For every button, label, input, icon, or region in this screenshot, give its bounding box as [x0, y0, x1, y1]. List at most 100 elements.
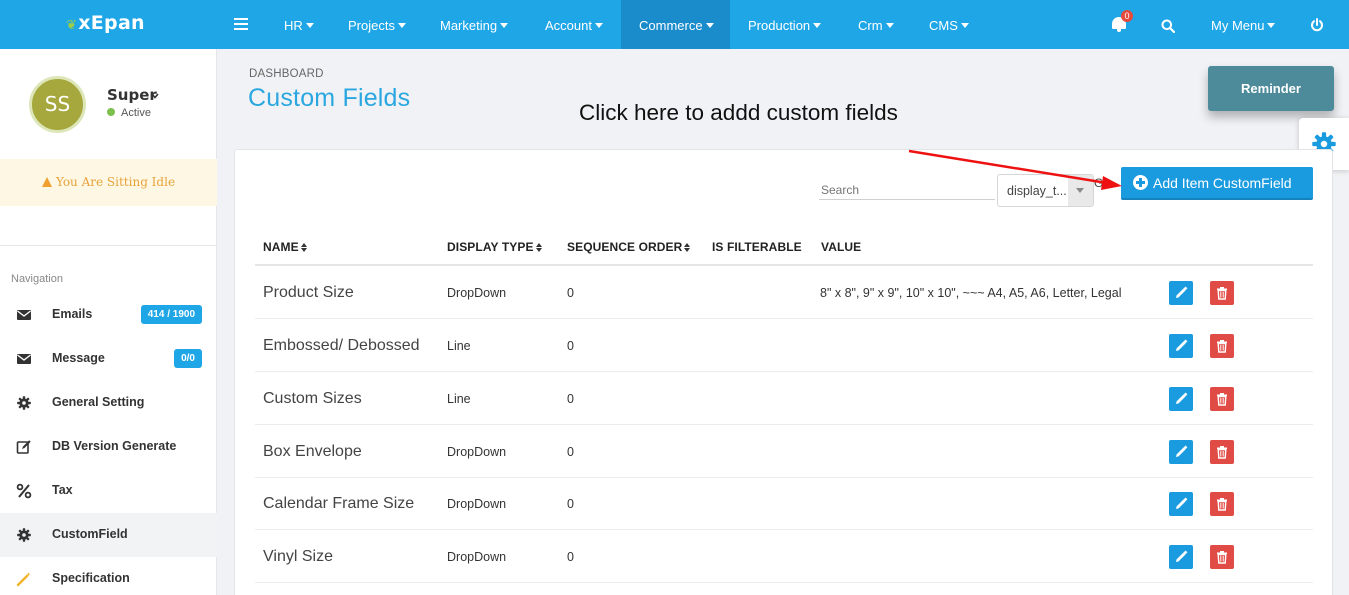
power-icon[interactable]: [1310, 18, 1324, 32]
notification-count-badge: 0: [1121, 10, 1133, 22]
table-row: Calendar Frame Size DropDown 0: [255, 477, 1313, 530]
caret-down-icon: [813, 23, 822, 28]
nav-projects-label: Projects: [348, 18, 395, 33]
caret-down-icon: [885, 23, 894, 28]
nav-commerce-label: Commerce: [639, 18, 703, 33]
caret-down-icon: [960, 23, 969, 28]
cell-sequence-order: 0: [567, 550, 574, 564]
message-count-badge: 0/0: [174, 349, 202, 368]
nav-cms[interactable]: CMS: [929, 0, 969, 49]
nav-cms-label: CMS: [929, 18, 958, 33]
hamburger-menu-icon[interactable]: [234, 18, 248, 30]
page-title: Custom Fields: [248, 84, 411, 112]
column-header-display-type[interactable]: DISPLAY TYPE: [447, 240, 542, 254]
user-status: Active: [107, 107, 151, 119]
filter-select[interactable]: display_t...: [997, 174, 1094, 207]
add-item-customfield-button[interactable]: Add Item CustomField: [1121, 167, 1313, 200]
filter-select-value: display_t...: [1007, 184, 1067, 198]
gear-icon: [17, 528, 31, 542]
nav-projects[interactable]: Projects: [348, 0, 406, 49]
table-row: Product Size DropDown 0 8" x 8", 9" x 9"…: [255, 266, 1313, 319]
column-header-sequence-order[interactable]: SEQUENCE ORDER: [567, 240, 691, 254]
delete-button[interactable]: [1210, 492, 1234, 516]
sidebar-item-label: Specification: [52, 571, 130, 585]
breadcrumb[interactable]: DASHBOARD: [249, 68, 324, 80]
emails-count-badge: 414 / 1900: [140, 305, 202, 324]
cell-sequence-order: 0: [567, 445, 574, 459]
search-input[interactable]: [819, 180, 995, 200]
sidebar-item-label: DB Version Generate: [52, 439, 177, 453]
nav-account[interactable]: Account: [545, 0, 603, 49]
avatar[interactable]: SS: [29, 76, 86, 133]
nav-marketing[interactable]: Marketing: [440, 0, 509, 49]
chevron-down-icon[interactable]: [151, 92, 159, 100]
my-menu-dropdown[interactable]: My Menu: [1211, 0, 1276, 49]
nav-commerce[interactable]: Commerce: [621, 0, 730, 49]
nav-crm[interactable]: Crm: [858, 0, 894, 49]
envelope-icon: [17, 310, 31, 320]
search-icon[interactable]: [1161, 19, 1175, 33]
caret-down-icon: [397, 23, 406, 28]
app-logo[interactable]: ❦xEpan: [66, 12, 145, 34]
column-header-label: VALUE: [821, 240, 862, 254]
add-button-label: Add Item CustomField: [1153, 175, 1292, 191]
cell-name: Box Envelope: [263, 443, 362, 460]
delete-button[interactable]: [1210, 334, 1234, 358]
edit-button[interactable]: [1169, 281, 1193, 305]
nav-hr[interactable]: HR: [284, 0, 314, 49]
delete-button[interactable]: [1210, 387, 1234, 411]
edit-button[interactable]: [1169, 492, 1193, 516]
pencil-icon: [1176, 445, 1188, 457]
column-header-label: IS FILTERABLE: [712, 240, 802, 254]
nav-production[interactable]: Production: [748, 0, 822, 49]
cell-name: Vinyl Size: [263, 548, 333, 565]
sidebar-item-tax[interactable]: Tax: [0, 469, 217, 513]
column-header-name[interactable]: NAME: [263, 240, 307, 254]
gear-icon: [17, 396, 31, 410]
sidebar-item-specification[interactable]: Specification: [0, 557, 217, 595]
user-name[interactable]: Super: [107, 86, 157, 104]
cell-display-type: Line: [447, 392, 471, 406]
sort-icon: [300, 243, 307, 252]
cell-display-type: DropDown: [447, 550, 507, 564]
cell-sequence-order: 0: [567, 497, 574, 511]
nav-production-label: Production: [748, 18, 811, 33]
delete-button[interactable]: [1210, 440, 1234, 464]
edit-button[interactable]: [1169, 545, 1193, 569]
plus-circle-icon: [1133, 175, 1148, 190]
sidebar-item-general-setting[interactable]: General Setting: [0, 381, 217, 425]
filter-trailing-text: G: [1094, 176, 1104, 190]
reminder-button[interactable]: Reminder: [1208, 66, 1334, 111]
delete-button[interactable]: [1210, 281, 1234, 305]
delete-button[interactable]: [1210, 545, 1234, 569]
logo-text: xEpan: [78, 12, 145, 34]
magic-wand-icon: [16, 572, 31, 587]
cell-display-type: DropDown: [447, 497, 507, 511]
sidebar-item-emails[interactable]: Emails 414 / 1900: [0, 293, 217, 337]
sidebar-item-customfield[interactable]: CustomField: [0, 513, 217, 557]
cell-display-type: Line: [447, 339, 471, 353]
sidebar-item-message[interactable]: Message 0/0: [0, 337, 217, 381]
cell-name: Product Size: [263, 284, 354, 301]
cell-name: Custom Sizes: [263, 390, 362, 407]
cell-sequence-order: 0: [567, 339, 574, 353]
percent-icon: [16, 483, 32, 499]
user-status-text: Active: [121, 107, 151, 119]
table-row: Custom Sizes Line 0: [255, 372, 1313, 425]
online-status-dot-icon: [107, 108, 115, 116]
edit-button[interactable]: [1169, 387, 1193, 411]
edit-button[interactable]: [1169, 334, 1193, 358]
sidebar-item-db-version-generate[interactable]: DB Version Generate: [0, 425, 217, 469]
idle-notice: You Are Sitting Idle: [0, 159, 217, 206]
caret-down-icon: [1267, 23, 1276, 28]
trash-icon: [1217, 393, 1227, 406]
pencil-icon: [1176, 286, 1188, 298]
edit-button[interactable]: [1169, 440, 1193, 464]
pencil-icon: [1176, 392, 1188, 404]
trash-icon: [1217, 551, 1227, 564]
sidebar-item-label: CustomField: [52, 527, 128, 541]
pencil-icon: [1176, 339, 1188, 351]
cell-display-type: DropDown: [447, 286, 507, 300]
nav-crm-label: Crm: [858, 18, 883, 33]
trash-icon: [1217, 498, 1227, 511]
